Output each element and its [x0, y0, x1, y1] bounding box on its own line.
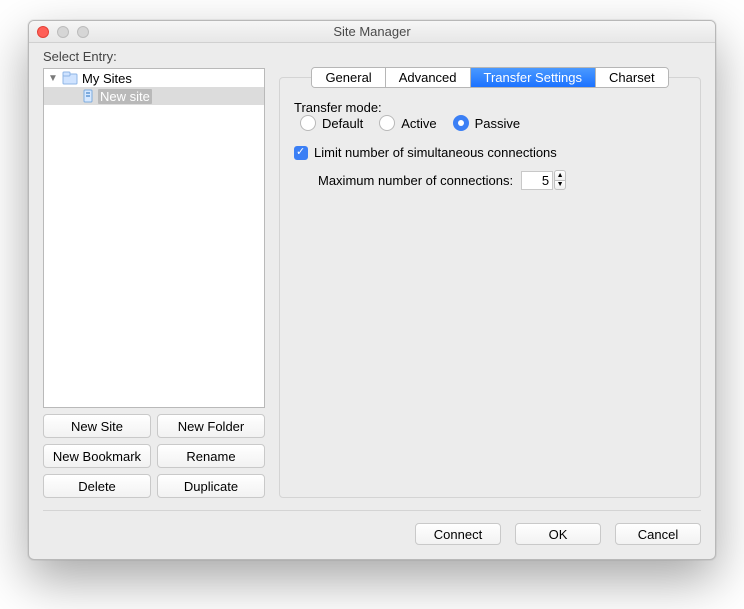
- limit-connections-row[interactable]: Limit number of simultaneous connections: [294, 145, 686, 160]
- chevron-down-icon[interactable]: ▼: [48, 73, 58, 84]
- transfer-mode-radios: Default Active Passive: [300, 115, 686, 131]
- radio-default[interactable]: Default: [300, 115, 363, 131]
- sites-tree[interactable]: ▼ My Sites New site: [43, 68, 265, 408]
- settings-panel: General Advanced Transfer Settings Chars…: [279, 49, 701, 498]
- stepper-up-icon[interactable]: ▲: [554, 170, 566, 180]
- radio-active-input[interactable]: [379, 115, 395, 131]
- transfer-settings-panel: Transfer mode: Default Active Passive: [279, 77, 701, 498]
- window-title: Site Manager: [29, 24, 715, 39]
- tree-root-my-sites[interactable]: ▼ My Sites: [44, 69, 264, 87]
- radio-default-input[interactable]: [300, 115, 316, 131]
- tabs: General Advanced Transfer Settings Chars…: [311, 67, 668, 88]
- tab-advanced[interactable]: Advanced: [386, 68, 471, 87]
- tab-transfer-settings[interactable]: Transfer Settings: [471, 68, 597, 87]
- entry-actions: New Site New Folder New Bookmark Rename …: [43, 414, 265, 498]
- radio-active-label: Active: [401, 116, 436, 131]
- site-manager-window: Site Manager Select Entry: ▼ My Sites: [28, 20, 716, 560]
- max-connections-stepper: ▲ ▼: [554, 170, 566, 190]
- stepper-down-icon[interactable]: ▼: [554, 180, 566, 190]
- tree-root-label: My Sites: [82, 71, 132, 86]
- entry-panel: Select Entry: ▼ My Sites New site: [43, 49, 265, 498]
- close-icon[interactable]: [37, 26, 49, 38]
- traffic-lights: [29, 26, 89, 38]
- tree-item-new-site[interactable]: New site: [44, 87, 264, 105]
- limit-connections-checkbox[interactable]: [294, 146, 308, 160]
- titlebar: Site Manager: [29, 21, 715, 43]
- cancel-button[interactable]: Cancel: [615, 523, 701, 545]
- connect-button[interactable]: Connect: [415, 523, 501, 545]
- radio-passive[interactable]: Passive: [453, 115, 521, 131]
- tree-item-label: New site: [98, 89, 152, 104]
- tab-general[interactable]: General: [312, 68, 385, 87]
- max-connections-row: Maximum number of connections: ▲ ▼: [318, 170, 686, 190]
- zoom-icon[interactable]: [77, 26, 89, 38]
- transfer-mode-label: Transfer mode:: [294, 100, 686, 115]
- rename-button[interactable]: Rename: [157, 444, 265, 468]
- max-connections-input[interactable]: [521, 171, 553, 190]
- max-connections-label: Maximum number of connections:: [318, 173, 513, 188]
- new-site-button[interactable]: New Site: [43, 414, 151, 438]
- radio-passive-input[interactable]: [453, 115, 469, 131]
- dialog-footer: Connect OK Cancel: [43, 510, 701, 545]
- radio-default-label: Default: [322, 116, 363, 131]
- select-entry-label: Select Entry:: [43, 49, 265, 64]
- delete-button[interactable]: Delete: [43, 474, 151, 498]
- radio-active[interactable]: Active: [379, 115, 436, 131]
- duplicate-button[interactable]: Duplicate: [157, 474, 265, 498]
- tab-charset[interactable]: Charset: [596, 68, 668, 87]
- server-icon: [82, 89, 94, 103]
- folder-icon: [62, 71, 78, 85]
- radio-passive-label: Passive: [475, 116, 521, 131]
- limit-connections-label: Limit number of simultaneous connections: [314, 145, 557, 160]
- max-connections-field: ▲ ▼: [521, 170, 566, 190]
- new-bookmark-button[interactable]: New Bookmark: [43, 444, 151, 468]
- ok-button[interactable]: OK: [515, 523, 601, 545]
- minimize-icon[interactable]: [57, 26, 69, 38]
- new-folder-button[interactable]: New Folder: [157, 414, 265, 438]
